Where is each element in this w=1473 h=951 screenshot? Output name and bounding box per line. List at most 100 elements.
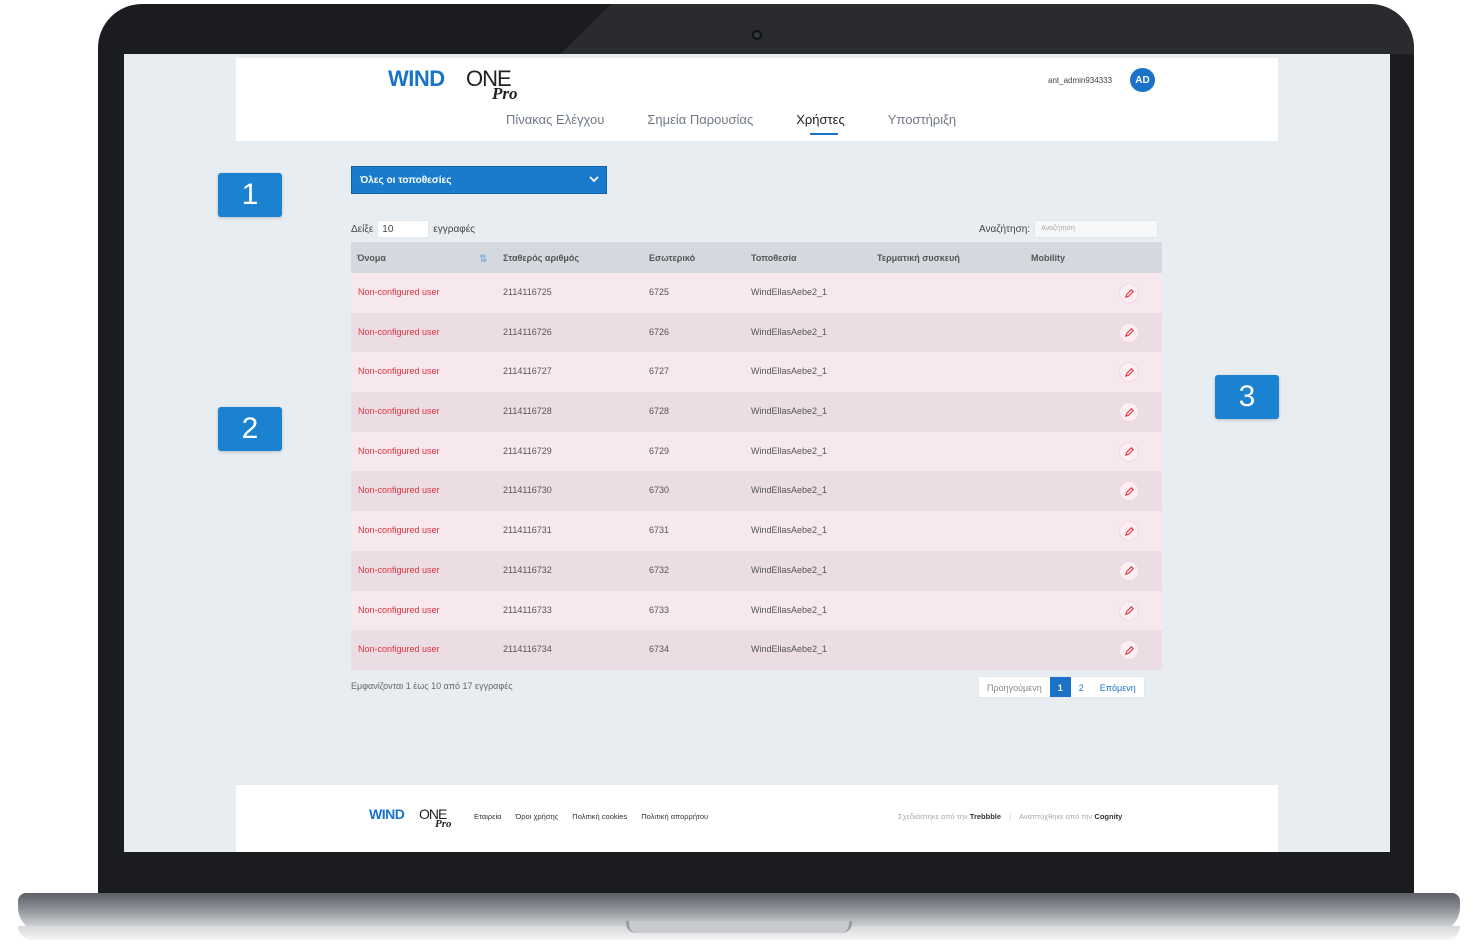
row-extension: 6731 (649, 525, 670, 536)
lid-glare (560, 4, 1414, 54)
footer-link-terms[interactable]: Όροι χρήσης (515, 812, 558, 821)
pencil-icon (1124, 606, 1134, 616)
column-mobility[interactable]: Mobility (1031, 253, 1065, 263)
table-row[interactable]: Non-configured user 2114116725 6725 Wind… (351, 273, 1162, 313)
table-row[interactable]: Non-configured user 2114116727 6727 Wind… (351, 352, 1162, 393)
laptop-notch (626, 921, 852, 933)
row-location: WindEllasAebe2_1 (751, 445, 828, 456)
row-location: WindEllasAebe2_1 (751, 287, 828, 297)
row-name[interactable]: Non-configured user (358, 287, 440, 297)
table-row[interactable]: Non-configured user 2114116726 6726 Wind… (351, 312, 1162, 353)
edit-button[interactable] (1119, 640, 1139, 661)
footer-logo-pro: Pro (435, 818, 452, 830)
row-number: 2114116725 (503, 287, 552, 297)
developed-prefix: Αναπτύχθηκε από την (1019, 812, 1093, 821)
edit-button[interactable] (1119, 402, 1139, 423)
brand-logo[interactable]: WIND ONE Pro (388, 64, 528, 104)
row-name[interactable]: Non-configured user (358, 644, 440, 654)
designed-by[interactable]: Trebbble (970, 812, 1001, 821)
app-header: WIND ONE Pro ant_admin934333 AD Πίνακας … (236, 58, 1278, 141)
table-row[interactable]: Non-configured user 2114116729 6729 Wind… (351, 431, 1162, 472)
table-body: Non-configured user 2114116725 6725 Wind… (351, 273, 1162, 670)
row-location: WindEllasAebe2_1 (751, 406, 828, 417)
nav-presence-points[interactable]: Σημεία Παρουσίας (647, 112, 753, 127)
nav-users[interactable]: Χρήστες (796, 112, 845, 135)
pencil-icon (1124, 367, 1134, 377)
footer-logo[interactable]: WIND ONE Pro (369, 803, 459, 833)
logo-pro: Pro (492, 84, 518, 103)
location-select[interactable]: Όλες οι τοποθεσίες (351, 166, 607, 194)
edit-button[interactable] (1119, 283, 1139, 303)
app-footer: WIND ONE Pro Εταιρεία Όροι χρήσης Πολιτι… (236, 785, 1278, 852)
page-1-button[interactable]: 1 (1049, 677, 1071, 697)
footer-link-privacy[interactable]: Πολιτική απορρήτου (641, 812, 708, 821)
row-number: 2114116734 (503, 644, 552, 655)
sort-icon[interactable]: ⇅ (479, 254, 487, 265)
table-row[interactable]: Non-configured user 2114116730 6730 Wind… (351, 471, 1162, 512)
length-prefix: Δείξε (351, 223, 374, 235)
laptop-screen: WIND ONE Pro ant_admin934333 AD Πίνακας … (124, 54, 1390, 852)
avatar[interactable]: AD (1130, 68, 1155, 92)
row-name[interactable]: Non-configured user (358, 327, 440, 337)
row-name[interactable]: Non-configured user (358, 485, 440, 495)
edit-button[interactable] (1119, 362, 1139, 383)
callout-1: 1 (218, 173, 282, 217)
user-name[interactable]: ant_admin934333 (1048, 76, 1112, 85)
footer-link-cookies[interactable]: Πολιτική cookies (572, 812, 627, 821)
row-location: WindEllasAebe2_1 (751, 644, 828, 655)
column-name[interactable]: Όνομα (357, 253, 386, 263)
table-header: Όνομα ⇅ Σταθερός αριθμός Εσωτερικό Τοποθ… (351, 242, 1162, 273)
row-extension: 6734 (649, 644, 670, 655)
row-name[interactable]: Non-configured user (358, 605, 440, 615)
edit-button[interactable] (1119, 560, 1139, 581)
webcam-icon (752, 30, 762, 40)
pencil-icon (1124, 447, 1134, 457)
column-location[interactable]: Τοποθεσία (751, 253, 797, 263)
footer-link-company[interactable]: Εταιρεία (474, 812, 501, 821)
pencil-icon (1124, 486, 1134, 496)
callout-3: 3 (1215, 375, 1279, 419)
nav-support[interactable]: Υποστήριξη (888, 112, 956, 127)
prev-button[interactable]: Προηγούμενη (979, 677, 1050, 697)
edit-button[interactable] (1119, 521, 1139, 542)
page-2-button[interactable]: 2 (1071, 677, 1092, 697)
table-row[interactable]: Non-configured user 2114116731 6731 Wind… (351, 511, 1162, 551)
table-row[interactable]: Non-configured user 2114116728 6728 Wind… (351, 392, 1162, 432)
row-location: WindEllasAebe2_1 (751, 366, 828, 377)
row-number: 2114116726 (503, 326, 552, 337)
column-extension[interactable]: Εσωτερικό (649, 253, 695, 263)
row-name[interactable]: Non-configured user (358, 406, 440, 416)
table-row[interactable]: Non-configured user 2114116734 6734 Wind… (351, 630, 1162, 670)
row-name[interactable]: Non-configured user (358, 366, 440, 376)
row-name[interactable]: Non-configured user (358, 525, 440, 535)
table-row[interactable]: Non-configured user 2114116733 6733 Wind… (351, 590, 1162, 631)
row-extension: 6729 (649, 445, 670, 456)
row-name[interactable]: Non-configured user (358, 565, 440, 575)
developed-by[interactable]: Cognity (1094, 812, 1122, 821)
row-number: 2114116728 (503, 406, 552, 417)
edit-button[interactable] (1119, 600, 1139, 621)
logo-wind: WIND (388, 66, 445, 91)
row-location: WindEllasAebe2_1 (751, 326, 828, 337)
pencil-icon (1124, 566, 1134, 576)
credits-divider: | (1009, 812, 1011, 821)
edit-button[interactable] (1119, 322, 1139, 343)
edit-button[interactable] (1119, 481, 1139, 502)
table-row[interactable]: Non-configured user 2114116732 6732 Wind… (351, 550, 1162, 591)
search-label: Αναζήτηση: (979, 223, 1031, 235)
length-select[interactable]: 10 (377, 220, 430, 238)
nav-dashboard[interactable]: Πίνακας Ελέγχου (506, 112, 604, 127)
designed-prefix: Σχεδιάστηκε από την (898, 812, 968, 821)
edit-button[interactable] (1119, 441, 1139, 462)
next-button[interactable]: Επόμενη (1092, 677, 1144, 697)
search-input[interactable]: Αναζήτηση (1034, 220, 1159, 238)
footer-links: Εταιρεία Όροι χρήσης Πολιτική cookies Πο… (474, 812, 722, 821)
row-extension: 6727 (649, 366, 670, 377)
column-number[interactable]: Σταθερός αριθμός (503, 253, 579, 263)
column-device[interactable]: Τερματική συσκευή (877, 253, 960, 263)
row-number: 2114116733 (503, 604, 552, 615)
footer-credits: Σχεδιάστηκε από την Trebbble | Αναπτύχθη… (898, 812, 1122, 821)
row-name[interactable]: Non-configured user (358, 446, 440, 456)
row-location: WindEllasAebe2_1 (751, 485, 828, 496)
row-location: WindEllasAebe2_1 (751, 604, 828, 615)
